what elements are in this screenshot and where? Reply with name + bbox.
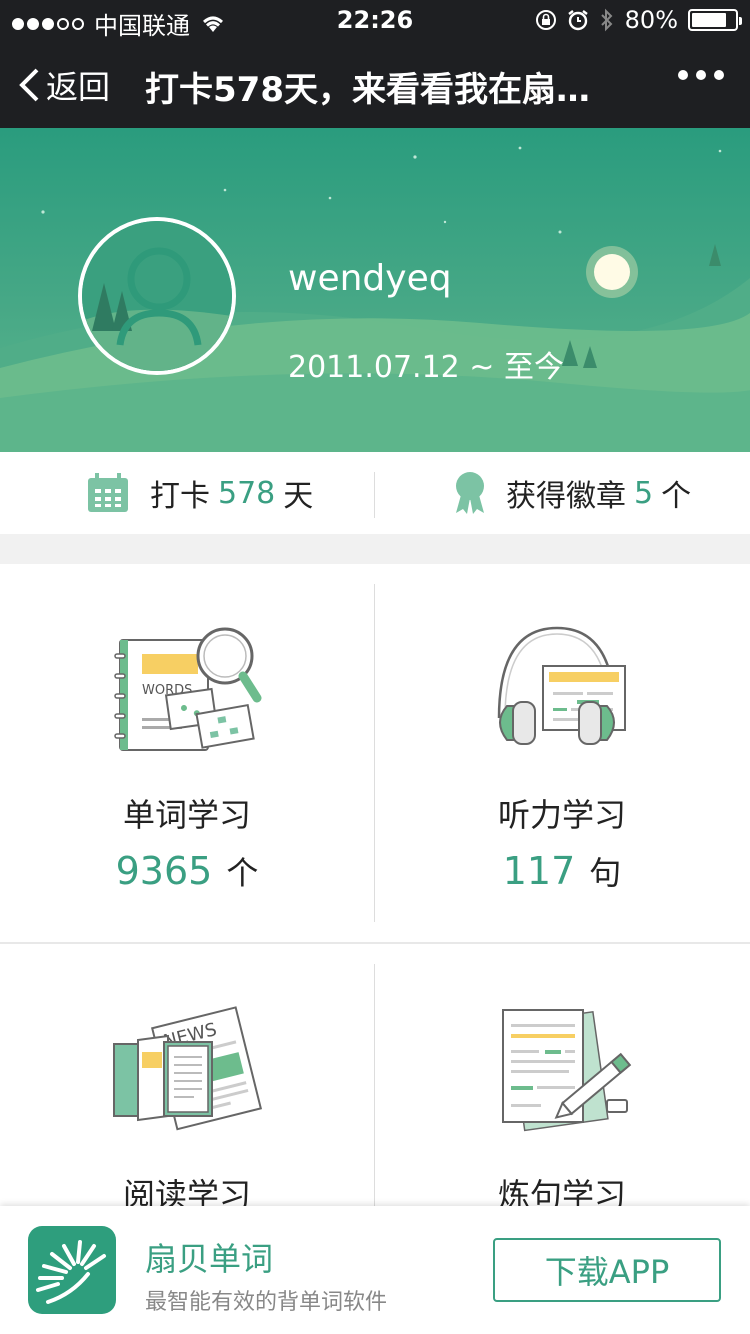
checkin-unit: 天 — [283, 479, 314, 514]
badges-stat[interactable]: 获得徽章 5 个 — [452, 452, 691, 534]
membership-date-range: 2011.07.12 ~ 至今 — [288, 350, 564, 385]
download-app-button[interactable]: 下载APP — [493, 1238, 721, 1302]
battery-percent: 80% — [624, 6, 678, 34]
more-dots-icon[interactable] — [678, 70, 724, 80]
chevron-left-icon — [19, 68, 39, 102]
badges-unit: 个 — [661, 479, 692, 514]
module-listening-title: 听力学习 — [497, 796, 626, 834]
module-words-count-row: 9365 个 — [0, 848, 374, 894]
headphones-icon — [497, 626, 626, 745]
back-label: 返回 — [46, 68, 111, 106]
module-words-title: 单词学习 — [122, 796, 251, 834]
module-listening-count: 117 — [502, 849, 576, 893]
stats-bar: 打卡 578 天 获得徽章 5 个 — [0, 452, 750, 534]
calendar-icon — [88, 473, 128, 512]
module-listening-unit: 句 — [589, 854, 622, 892]
badge-icon — [456, 472, 484, 514]
navigation-bar: 返回 打卡578天，来看看我在扇… — [0, 40, 750, 128]
module-words-unit: 个 — [226, 854, 259, 892]
badges-prefix: 获得徽章 — [506, 479, 626, 514]
stats-divider — [374, 472, 375, 518]
module-reading[interactable]: NEWS 阅读学习 — [0, 944, 374, 1214]
checkin-stat: 打卡 578 天 — [86, 452, 313, 534]
module-listening-count-row: 117 句 — [375, 848, 749, 894]
module-sentence[interactable]: 炼句学习 — [375, 944, 749, 1214]
checkin-days: 578 — [218, 475, 276, 511]
download-banner: 扇贝单词 最智能有效的背单词软件 下载APP — [0, 1206, 750, 1334]
module-words[interactable]: WORDS 单词学习 9365 个 — [0, 564, 374, 942]
shell-logo-icon — [36, 1240, 106, 1304]
alarm-icon — [567, 10, 588, 31]
app-logo-icon[interactable] — [28, 1226, 116, 1314]
module-listening[interactable]: 听力学习 117 句 — [375, 564, 749, 942]
lock-rotation-icon — [535, 10, 556, 30]
words-book-icon: WORDS — [114, 627, 262, 751]
checkin-prefix: 打卡 — [150, 479, 210, 514]
avatar[interactable] — [78, 217, 236, 375]
profile-header: wendyeq 2011.07.12 ~ 至今 — [0, 128, 750, 452]
battery-icon — [688, 9, 742, 31]
back-button[interactable]: 返回 — [18, 62, 110, 108]
news-reading-icon: NEWS — [113, 1006, 262, 1131]
user-silhouette-icon — [82, 221, 232, 371]
bluetooth-icon — [600, 8, 613, 32]
app-name: 扇贝单词 — [145, 1240, 274, 1278]
username: wendyeq — [288, 258, 452, 299]
app-description: 最智能有效的背单词软件 — [145, 1290, 388, 1315]
module-words-count: 9365 — [115, 849, 213, 893]
badges-count: 5 — [634, 475, 654, 511]
page-title: 打卡578天，来看看我在扇… — [145, 70, 590, 110]
status-bar: 中国联通 22:26 80% — [0, 0, 750, 40]
sentence-writing-icon — [502, 1009, 632, 1132]
